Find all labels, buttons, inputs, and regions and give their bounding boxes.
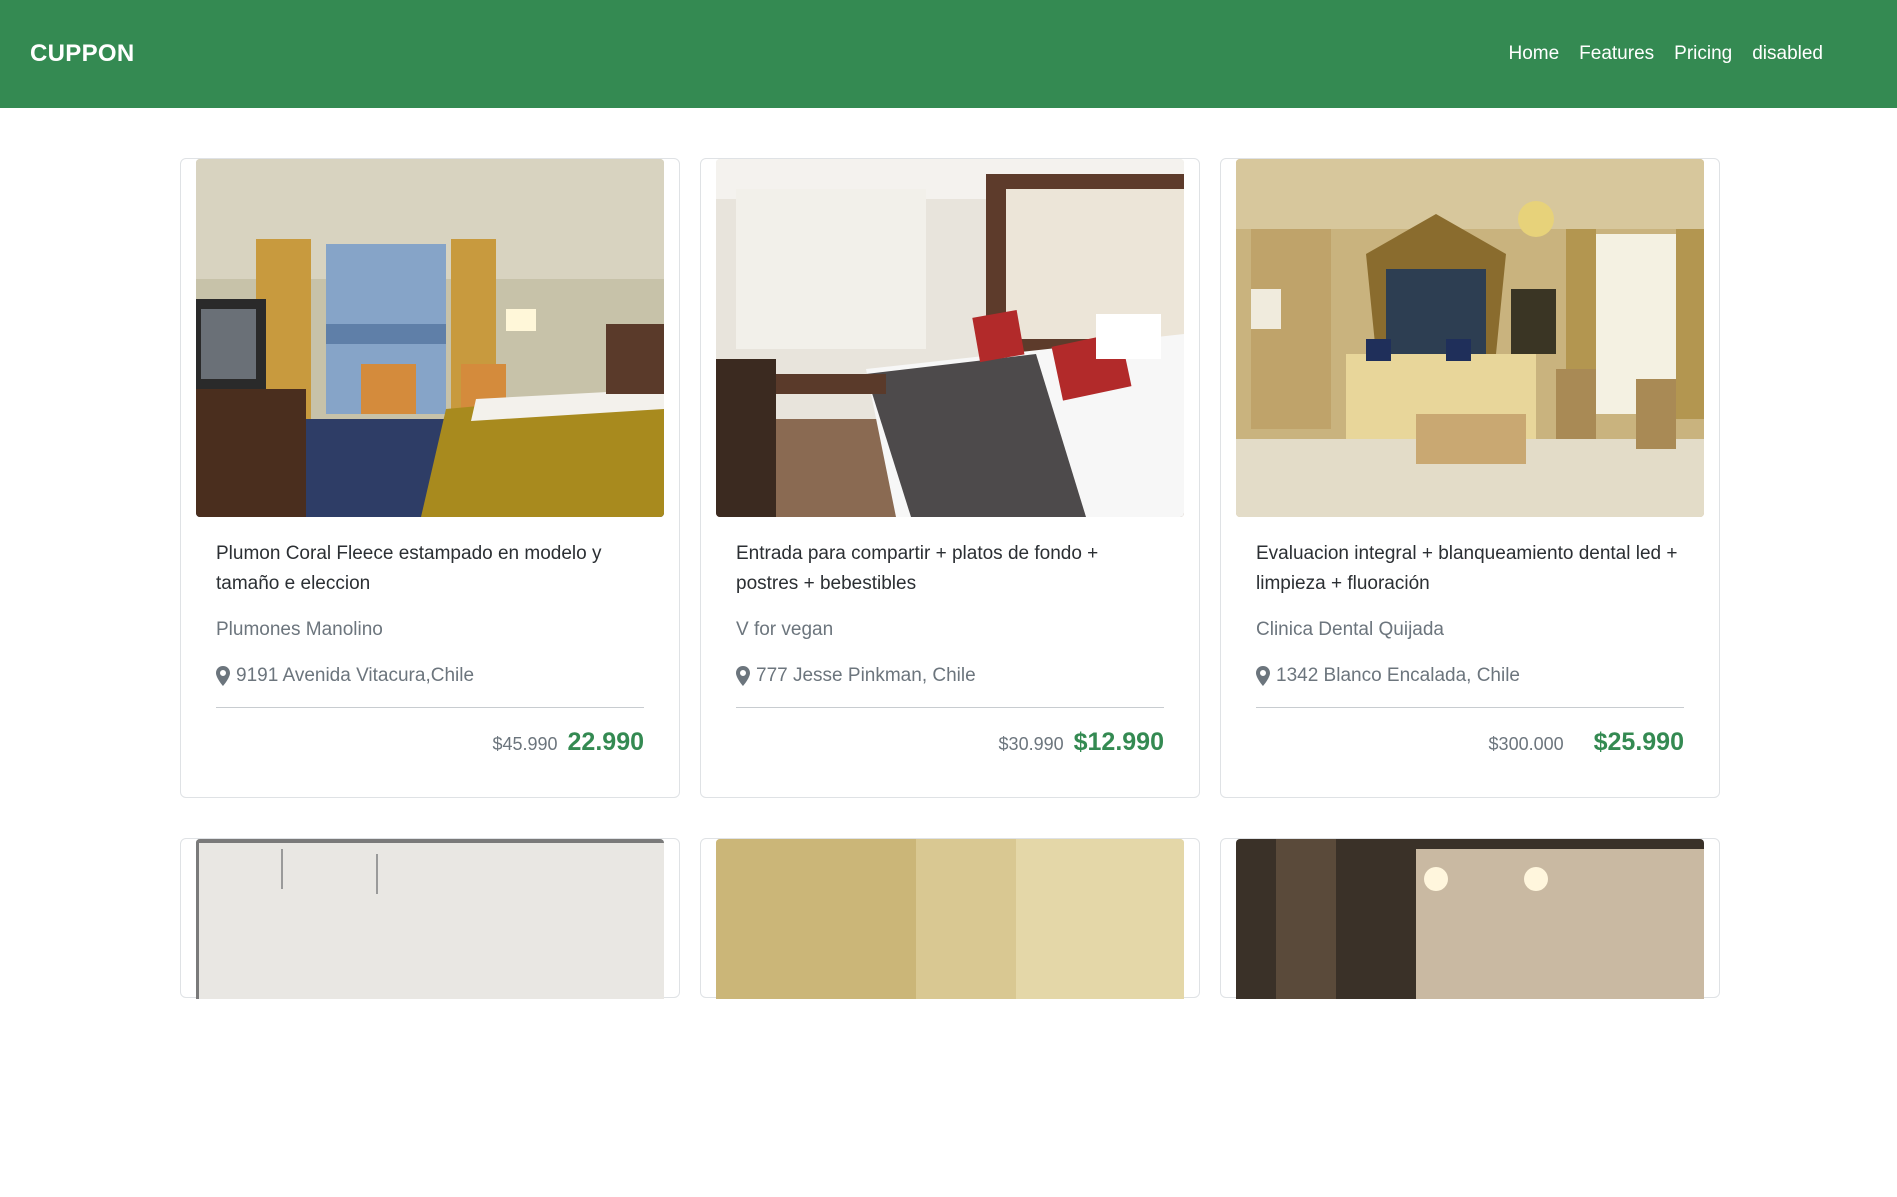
deal-vendor: Plumones Manolino: [216, 619, 383, 640]
map-marker-icon: [216, 666, 230, 686]
deal-image-hotel-room[interactable]: [1236, 159, 1704, 517]
deal-vendor: Clinica Dental Quijada: [1256, 619, 1444, 640]
deal-image-hotel-room[interactable]: [716, 159, 1184, 517]
deal-vendor: V for vegan: [736, 619, 834, 640]
top-navbar: CUPPON Home Features Pricing disabled: [0, 0, 1897, 108]
deal-prices: $45.990 22.990: [196, 708, 664, 757]
map-marker-icon: [736, 666, 750, 686]
deal-location: 9191 Avenida Vitacura,Chile: [216, 665, 644, 687]
deal-title[interactable]: Entrada para compartir + platos de fondo…: [736, 539, 1164, 599]
deal-card[interactable]: Entrada para compartir + platos de fondo…: [700, 158, 1200, 798]
deal-card[interactable]: [180, 838, 680, 999]
original-price: $45.990: [492, 734, 558, 754]
deal-location-text: 1342 Blanco Encalada, Chile: [1276, 665, 1521, 686]
deal-image[interactable]: [196, 839, 664, 1197]
deal-prices: $300.000 $25.990: [1236, 708, 1704, 757]
deal-card[interactable]: Plumon Coral Fleece estampado en modelo …: [180, 158, 680, 798]
deals-grid: Plumon Coral Fleece estampado en modelo …: [180, 158, 1720, 999]
deal-location-text: 777 Jesse Pinkman, Chile: [756, 665, 976, 686]
original-price: $30.990: [998, 734, 1064, 754]
nav-link-pricing[interactable]: Pricing: [1674, 43, 1732, 65]
brand-logo[interactable]: CUPPON: [30, 40, 134, 68]
deal-title[interactable]: Plumon Coral Fleece estampado en modelo …: [216, 539, 644, 599]
deal-title[interactable]: Evaluacion integral + blanqueamiento den…: [1256, 539, 1684, 599]
deal-location: 777 Jesse Pinkman, Chile: [736, 665, 1164, 687]
discount-price: 22.990: [567, 728, 644, 756]
deal-location-text: 9191 Avenida Vitacura,Chile: [236, 665, 475, 686]
deal-location: 1342 Blanco Encalada, Chile: [1256, 665, 1684, 687]
nav-links: Home Features Pricing disabled: [1508, 43, 1823, 65]
deal-image-hotel-room[interactable]: [196, 159, 664, 517]
deal-card[interactable]: [700, 838, 1200, 999]
nav-link-features[interactable]: Features: [1579, 43, 1654, 65]
discount-price: $25.990: [1593, 728, 1684, 756]
nav-link-disabled[interactable]: disabled: [1752, 43, 1823, 65]
deal-prices: $30.990 $12.990: [716, 708, 1184, 757]
nav-link-home[interactable]: Home: [1508, 43, 1559, 65]
deal-image[interactable]: [716, 839, 1184, 1197]
deal-card[interactable]: [1220, 838, 1720, 999]
original-price: $300.000: [1488, 734, 1564, 754]
deal-card[interactable]: Evaluacion integral + blanqueamiento den…: [1220, 158, 1720, 798]
map-marker-icon: [1256, 666, 1270, 686]
discount-price: $12.990: [1073, 728, 1164, 756]
deal-image[interactable]: [1236, 839, 1704, 1197]
